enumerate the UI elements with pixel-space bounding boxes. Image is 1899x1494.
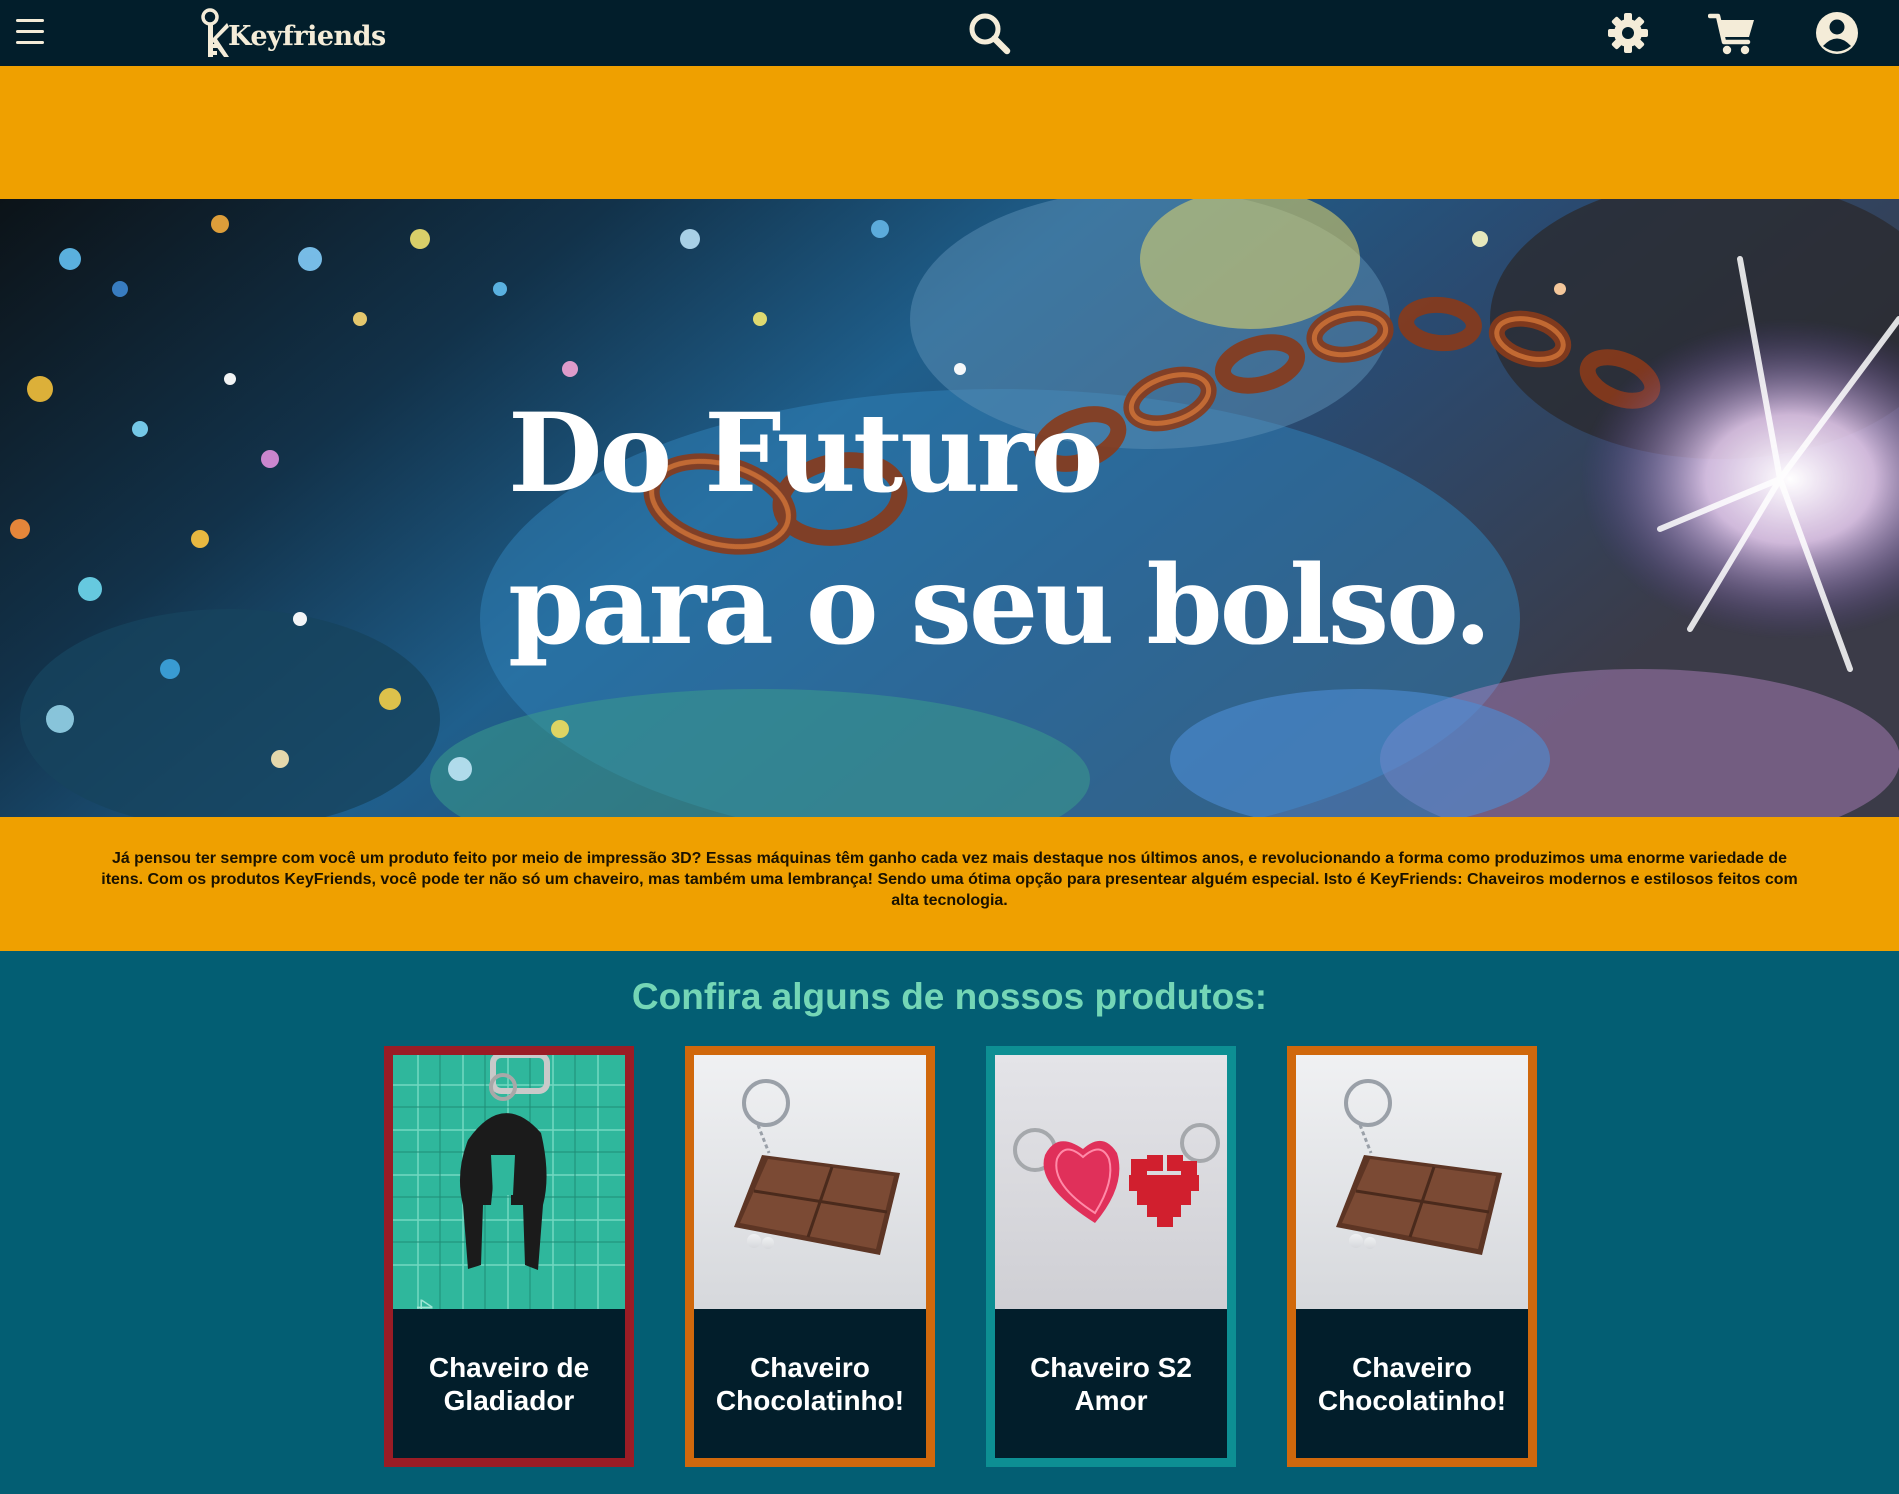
hero-title-line-2: para o seu bolso. — [508, 541, 1492, 669]
menu-icon[interactable] — [16, 19, 44, 49]
product-name: Chaveiro Chocolatinho! — [715, 1351, 905, 1416]
product-photo — [1296, 1055, 1528, 1309]
key-icon — [201, 8, 229, 57]
products-heading: Confira alguns de nossos produtos: — [631, 976, 1268, 1017]
site-header: Keyfriends — [0, 0, 1899, 66]
product-card-s2-amor[interactable]: Chaveiro S2 Amor — [986, 1046, 1236, 1467]
product-name: Chaveiro Chocolatinho! — [1317, 1351, 1507, 1416]
product-photo — [995, 1055, 1227, 1309]
gear-icon[interactable] — [1607, 12, 1649, 54]
user-icon[interactable] — [1815, 11, 1859, 55]
product-name: Chaveiro de Gladiador — [428, 1351, 590, 1416]
intro-section: Já pensou ter sempre com você um produto… — [0, 817, 1899, 951]
search-icon[interactable] — [966, 10, 1012, 56]
cart-icon[interactable] — [1708, 12, 1756, 56]
product-photo: 45 — [393, 1055, 625, 1309]
intro-text: Já pensou ter sempre com você um produto… — [101, 850, 1798, 909]
product-name: Chaveiro S2 Amor — [1030, 1351, 1192, 1416]
brand-logo[interactable]: Keyfriends — [200, 8, 386, 60]
brand-name: Keyfriends — [228, 21, 386, 52]
hero-banner: Do Futuro para o seu bolso. — [0, 199, 1899, 817]
hero-title: Do Futuro para o seu bolso. — [508, 377, 1492, 681]
promo-banner — [0, 66, 1899, 199]
product-card-chocolatinho[interactable]: Chaveiro Chocolatinho! — [685, 1046, 935, 1467]
product-card-chocolatinho-2[interactable]: Chaveiro Chocolatinho! — [1287, 1046, 1537, 1467]
product-card-gladiador[interactable]: 45 Chaveiro de Gladiador — [384, 1046, 634, 1467]
hero-title-line-1: Do Futuro — [508, 389, 1104, 517]
svg-text:45: 45 — [412, 1299, 437, 1309]
product-photo — [694, 1055, 926, 1309]
